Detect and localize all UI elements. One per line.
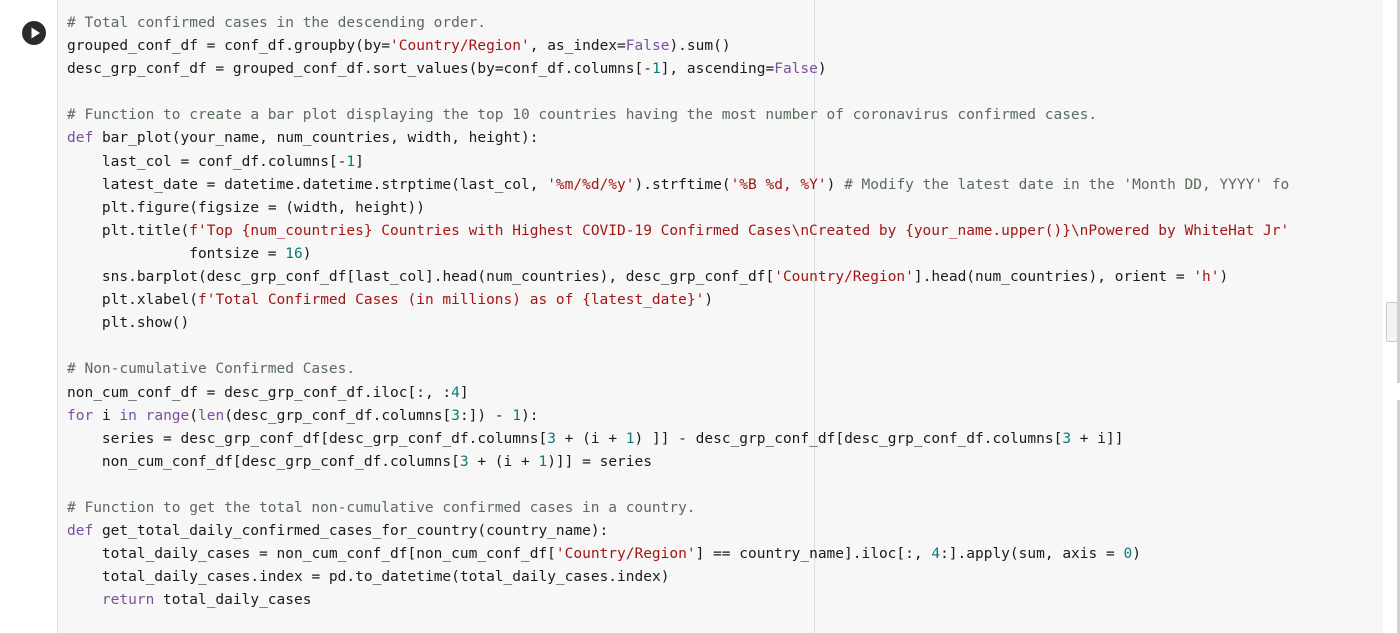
- code-line: series = desc_grp_conf_df[desc_grp_conf_…: [101, 430, 1124, 447]
- code-line: fontsize = 16): [189, 245, 312, 262]
- code-line: def get_total_daily_confirmed_cases_for_…: [67, 523, 609, 540]
- code-line: sns.barplot(desc_grp_conf_df[last_col].h…: [101, 269, 1229, 286]
- code-line: ​: [67, 81, 1289, 104]
- code-line: non_cum_conf_df[desc_grp_conf_df.columns…: [101, 453, 652, 470]
- code-line: return total_daily_cases: [101, 592, 312, 609]
- code-line: plt.figure(figsize = (width, height)): [101, 199, 425, 216]
- code-line: plt.show(): [101, 315, 190, 332]
- code-line: non_cum_conf_df = desc_grp_conf_df.iloc[…: [67, 384, 469, 401]
- code-line: plt.title(f'Top {num_countries} Countrie…: [101, 222, 1290, 239]
- code-line: for i in range(len(desc_grp_conf_df.colu…: [67, 407, 539, 424]
- code-line: # Non-cumulative Confirmed Cases.: [67, 361, 356, 378]
- code-line: last_col = conf_df.columns[-1]: [101, 153, 364, 170]
- notebook-page: # Total confirmed cases in the descendin…: [0, 0, 1400, 633]
- code-line: def bar_plot(your_name, num_countries, w…: [67, 130, 539, 147]
- code-line: # Total confirmed cases in the descendin…: [67, 15, 487, 31]
- code-line: desc_grp_conf_df = grouped_conf_df.sort_…: [67, 61, 827, 78]
- code-line: plt.xlabel(f'Total Confirmed Cases (in m…: [101, 292, 714, 309]
- code-cell[interactable]: # Total confirmed cases in the descendin…: [57, 0, 1384, 633]
- code-line: # Function to get the total non-cumulati…: [67, 499, 696, 516]
- code-line: latest_date = datetime.datetime.strptime…: [101, 176, 1290, 193]
- code-editor[interactable]: # Total confirmed cases in the descendin…: [67, 12, 1289, 612]
- code-line: ​: [67, 474, 1289, 497]
- code-line: grouped_conf_df = conf_df.groupby(by='Co…: [67, 38, 731, 55]
- code-line: ​: [67, 335, 1289, 358]
- code-line: total_daily_cases = non_cum_conf_df[non_…: [101, 546, 1141, 563]
- play-icon: [31, 27, 40, 39]
- code-line: total_daily_cases.index = pd.to_datetime…: [101, 569, 670, 586]
- run-cell-button[interactable]: [22, 21, 46, 45]
- code-line: # Function to create a bar plot displayi…: [67, 107, 1098, 124]
